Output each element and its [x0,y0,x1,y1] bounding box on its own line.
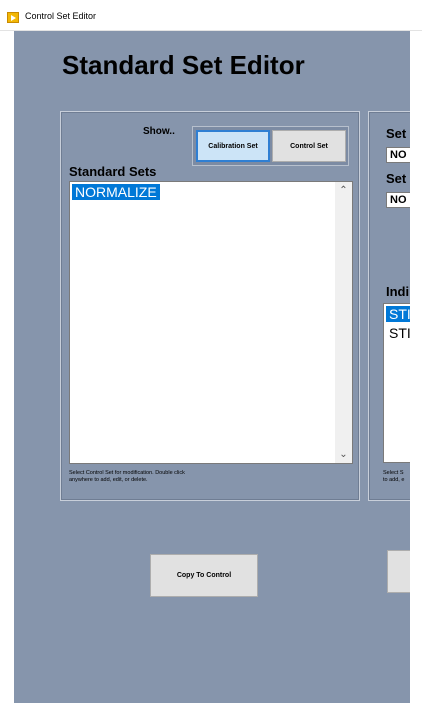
standard-sets-scrollbar[interactable]: ⌃ ⌄ [335,182,352,463]
set-name-label: Set [386,126,407,141]
set-name-field[interactable]: NO [386,147,410,163]
scroll-down-arrow-icon[interactable]: ⌄ [335,446,352,463]
app-icon [7,12,19,23]
window-titlebar: Control Set Editor [0,0,422,31]
window-title: Control Set Editor [25,11,97,21]
scroll-up-arrow-icon[interactable]: ⌃ [335,182,352,199]
standard-sets-hint: Select Control Set for modification. Dou… [69,470,185,484]
control-set-button[interactable]: Control Set [272,130,346,162]
individual-standards-listbox[interactable]: STI STI [383,303,410,463]
show-label: Show.. [143,126,175,137]
individual-standards-hint: Select S to add, e [383,470,404,484]
list-item-standard[interactable]: STI [385,305,410,323]
individual-standards-label: Indi [386,284,410,299]
calibration-set-button[interactable]: Calibration Set [196,130,270,162]
set-description-field[interactable]: NO [386,192,410,208]
set-type-toggle: Calibration Set Control Set [192,126,349,166]
standard-sets-listbox[interactable]: NORMALIZE ⌃ ⌄ [69,181,353,464]
set-description-label: Set [386,171,407,186]
copy-to-control-button[interactable]: Copy To Control [150,554,258,597]
secondary-action-button[interactable] [387,550,410,593]
list-item-normalize[interactable]: NORMALIZE [71,183,161,201]
editor-client-area: Standard Set Editor Show.. Calibration S… [14,31,410,703]
standard-sets-label: Standard Sets [69,164,157,179]
hint-line: Select S [383,470,404,476]
list-item-standard[interactable]: STI [386,325,410,341]
hint-line: anywhere to add, edit, or delete. [69,477,148,483]
hint-line: Select Control Set for modification. Dou… [69,470,185,476]
page-title: Standard Set Editor [62,50,305,80]
hint-line: to add, e [383,477,405,483]
